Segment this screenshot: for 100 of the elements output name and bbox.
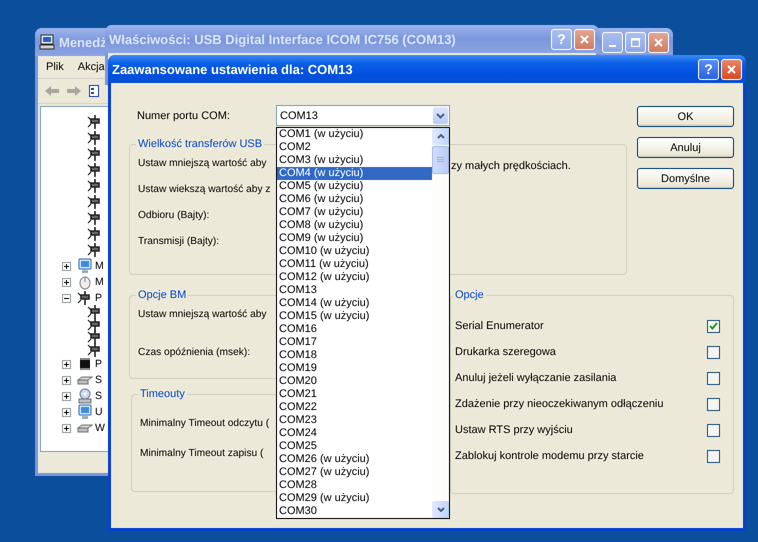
list-option[interactable]: COM9 (w użyciu) bbox=[277, 232, 432, 245]
expand-toggle[interactable] bbox=[62, 408, 71, 416]
scroll-down-icon bbox=[436, 507, 444, 512]
list-option[interactable]: COM15 (w użyciu) bbox=[277, 310, 432, 323]
chevron-down-icon bbox=[436, 112, 445, 118]
plug-icon bbox=[87, 130, 103, 146]
plus-icon bbox=[63, 262, 70, 270]
checkbox[interactable] bbox=[707, 398, 720, 410]
setting-label: Czas opóźnienia (msek): bbox=[138, 347, 250, 358]
port-dropdown[interactable]: COM13 bbox=[276, 105, 450, 126]
expand-toggle[interactable] bbox=[62, 278, 71, 286]
window-title: Menedż bbox=[59, 34, 107, 50]
menu-item[interactable]: Plik bbox=[46, 61, 64, 73]
list-option[interactable]: COM22 bbox=[277, 401, 432, 414]
expand-toggle[interactable] bbox=[62, 376, 71, 384]
plug-icon bbox=[87, 329, 103, 346]
dialog-button[interactable]: Domyślne bbox=[637, 168, 734, 189]
list-option[interactable]: COM25 bbox=[277, 440, 432, 453]
list-option[interactable]: COM18 bbox=[277, 349, 432, 362]
list-option[interactable]: COM19 bbox=[277, 362, 432, 375]
setting-label: Ustaw mniejszą wartość aby bbox=[138, 158, 267, 169]
list-option[interactable]: COM30 bbox=[277, 505, 432, 518]
expand-toggle[interactable] bbox=[62, 360, 71, 368]
tree-view-icon[interactable] bbox=[89, 85, 99, 97]
list-option[interactable]: COM11 (w użyciu) bbox=[277, 258, 432, 271]
option-label: Zdażenie przy nieoczekiwanym odłączeniu bbox=[455, 398, 664, 410]
list-option[interactable]: COM13 bbox=[277, 284, 432, 297]
computer-icon bbox=[77, 404, 93, 420]
tree-item[interactable]: U bbox=[95, 406, 103, 418]
expand-toggle[interactable] bbox=[62, 392, 71, 400]
option-label: Zablokuj kontrole modemu przy starcie bbox=[455, 450, 644, 462]
plug-icon bbox=[87, 178, 103, 194]
checkbox[interactable] bbox=[707, 450, 720, 462]
dialog-button[interactable]: Anuluj bbox=[637, 137, 734, 158]
tree-item[interactable]: W bbox=[95, 422, 105, 434]
list-option[interactable]: COM16 bbox=[277, 323, 432, 336]
grip-icon bbox=[437, 157, 444, 163]
list-option[interactable]: COM12 (w użyciu) bbox=[277, 271, 432, 284]
collapse-toggle[interactable] bbox=[62, 294, 71, 302]
plug-icon bbox=[87, 162, 103, 178]
disc-drive-icon bbox=[77, 388, 93, 404]
window-title: Zaawansowane ustawienia dla: COM13 bbox=[112, 62, 353, 76]
menu-item[interactable]: Akcja bbox=[78, 61, 105, 73]
list-option[interactable]: COM7 (w użyciu) bbox=[277, 206, 432, 219]
group-title: Opcje BM bbox=[137, 289, 188, 301]
list-option[interactable]: COM23 bbox=[277, 414, 432, 427]
group-title: Wielkość transferów USB bbox=[137, 138, 264, 150]
setting-label: Transmisji (Bajty): bbox=[138, 236, 220, 247]
close-button[interactable] bbox=[721, 58, 742, 80]
plug-icon bbox=[87, 194, 103, 210]
plus-icon bbox=[63, 376, 70, 384]
help-button[interactable]: ? bbox=[698, 58, 719, 80]
tree-item[interactable]: S bbox=[95, 374, 102, 386]
list-option[interactable]: COM14 (w użyciu) bbox=[277, 297, 432, 310]
tree-item[interactable]: P bbox=[95, 292, 102, 304]
group-title: Opcje bbox=[454, 289, 485, 301]
expand-toggle[interactable] bbox=[62, 262, 71, 270]
plug-icon bbox=[87, 146, 103, 162]
list-option[interactable]: COM4 (w użyciu) bbox=[277, 167, 432, 180]
plus-icon bbox=[63, 392, 70, 400]
scrollbar[interactable] bbox=[432, 128, 449, 518]
tree-item[interactable]: M bbox=[95, 260, 104, 272]
setting-label: Ustaw wiekszą wartość aby z bbox=[138, 184, 270, 195]
plug-icon bbox=[87, 114, 103, 130]
plug-icon bbox=[77, 290, 93, 306]
setting-label: Ustaw mniejszą wartość aby bbox=[138, 309, 267, 320]
plug-icon bbox=[87, 242, 103, 258]
checkbox[interactable] bbox=[707, 346, 720, 358]
list-option[interactable]: COM29 (w użyciu) bbox=[277, 492, 432, 505]
checkbox[interactable] bbox=[707, 372, 720, 384]
tree-item[interactable]: S bbox=[95, 390, 102, 402]
checkbox[interactable] bbox=[707, 320, 720, 332]
tree-item[interactable]: M bbox=[95, 276, 104, 288]
list-option[interactable]: COM6 (w użyciu) bbox=[277, 193, 432, 206]
list-option[interactable]: COM28 bbox=[277, 479, 432, 492]
list-option[interactable]: COM27 (w użyciu) bbox=[277, 466, 432, 479]
tree-item[interactable]: P bbox=[95, 358, 102, 370]
close-icon bbox=[727, 64, 736, 74]
list-option[interactable]: COM3 (w użyciu) bbox=[277, 154, 432, 167]
list-option[interactable]: COM10 (w użyciu) bbox=[277, 245, 432, 258]
list-option[interactable]: COM24 bbox=[277, 427, 432, 440]
list-option[interactable]: COM17 bbox=[277, 336, 432, 349]
list-option[interactable]: COM21 bbox=[277, 388, 432, 401]
checkbox[interactable] bbox=[707, 424, 720, 436]
scroll-up-icon bbox=[436, 134, 444, 139]
list-option[interactable]: COM5 (w użyciu) bbox=[277, 180, 432, 193]
setting-label: zy małych prędkościach. bbox=[451, 160, 571, 172]
list-option[interactable]: COM20 bbox=[277, 375, 432, 388]
option-label: Anuluj jeżeli wyłączanie zasilania bbox=[455, 372, 616, 384]
plus-icon bbox=[63, 360, 70, 368]
dialog-button[interactable]: OK bbox=[637, 106, 734, 127]
computer-icon bbox=[39, 34, 55, 50]
expand-toggle[interactable] bbox=[62, 424, 71, 432]
mouse-icon bbox=[77, 274, 93, 290]
list-option[interactable]: COM1 (w użyciu) bbox=[277, 128, 432, 141]
list-option[interactable]: COM2 bbox=[277, 141, 432, 154]
plug-icon bbox=[87, 210, 103, 226]
plug-icon bbox=[87, 226, 103, 242]
list-option[interactable]: COM26 (w użyciu) bbox=[277, 453, 432, 466]
list-option[interactable]: COM8 (w użyciu) bbox=[277, 219, 432, 232]
